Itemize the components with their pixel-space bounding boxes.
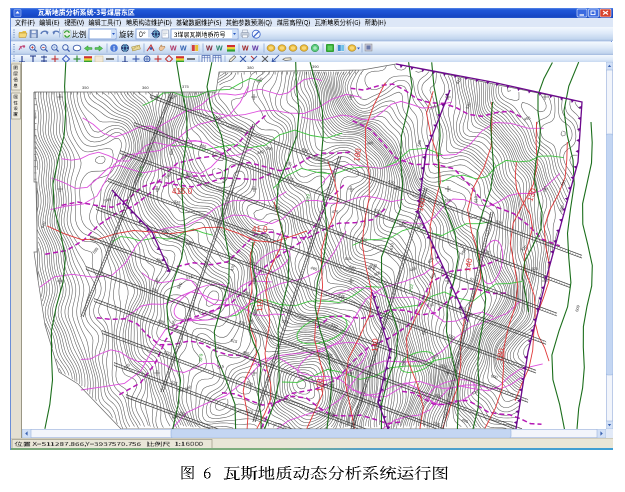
svg-text:515: 515 (345, 256, 352, 261)
svg-text:140: 140 (463, 257, 474, 272)
svg-text:525: 525 (531, 266, 538, 271)
svg-text:545: 545 (173, 199, 182, 206)
svg-text:W: W (252, 46, 259, 53)
svg-text:W: W (170, 46, 177, 53)
svg-text:610: 610 (389, 242, 395, 250)
svg-text:585: 585 (416, 139, 422, 147)
svg-text:W: W (180, 46, 187, 53)
svg-text:625: 625 (427, 256, 436, 265)
svg-text:455: 455 (285, 161, 293, 167)
svg-text:580: 580 (176, 281, 184, 290)
svg-text:490: 490 (401, 359, 407, 367)
svg-text:450: 450 (337, 231, 345, 237)
svg-text:W: W (242, 46, 249, 53)
svg-text:i: i (113, 45, 115, 52)
svg-text:SF12: SF12 (138, 165, 144, 177)
svg-text:W: W (206, 46, 213, 53)
svg-text:140: 140 (370, 338, 380, 353)
svg-text:620: 620 (349, 264, 358, 271)
svg-text:120: 120 (315, 378, 324, 392)
svg-text:110: 110 (255, 298, 265, 312)
svg-text:380: 380 (247, 65, 254, 70)
svg-text:515: 515 (217, 363, 225, 369)
svg-text:390: 390 (312, 64, 319, 69)
svg-text:375: 375 (182, 84, 189, 89)
svg-text:595: 595 (433, 420, 442, 427)
svg-text:600: 600 (490, 373, 498, 380)
svg-text:550: 550 (164, 171, 173, 180)
svg-text:480: 480 (250, 260, 259, 267)
svg-text:F22: F22 (408, 283, 414, 292)
svg-text:450: 450 (155, 257, 164, 264)
svg-text:475: 475 (332, 209, 340, 214)
svg-text:610: 610 (273, 203, 282, 210)
svg-text:590: 590 (266, 146, 274, 152)
svg-text:530: 530 (246, 380, 255, 387)
svg-text:580: 580 (255, 76, 264, 84)
svg-text:485: 485 (366, 140, 374, 146)
svg-text:350: 350 (82, 85, 89, 90)
svg-text:360: 360 (142, 85, 149, 90)
svg-text:180: 180 (352, 147, 363, 162)
svg-text:609: 609 (574, 304, 581, 312)
svg-text:515: 515 (186, 274, 194, 280)
svg-text:41.0: 41.0 (252, 225, 268, 234)
svg-text:535: 535 (186, 240, 194, 246)
svg-text:545: 545 (459, 247, 467, 256)
svg-text:510: 510 (520, 244, 529, 252)
svg-text:495: 495 (328, 411, 337, 418)
svg-text:460: 460 (429, 271, 437, 280)
svg-text:465: 465 (310, 265, 319, 272)
svg-text:W: W (216, 46, 223, 53)
svg-text:495: 495 (170, 319, 177, 327)
svg-text:SF9: SF9 (198, 353, 204, 362)
svg-text:545: 545 (327, 381, 336, 388)
svg-text:595: 595 (91, 246, 100, 255)
svg-text:615: 615 (230, 338, 238, 345)
svg-text:495: 495 (559, 178, 567, 187)
svg-text:610: 610 (473, 195, 478, 203)
svg-text:615: 615 (177, 387, 185, 392)
svg-text:530: 530 (281, 318, 290, 325)
svg-text:450: 450 (444, 198, 452, 203)
svg-text:180: 180 (495, 347, 506, 362)
svg-text:485: 485 (199, 143, 208, 150)
svg-text:470: 470 (229, 263, 236, 272)
svg-text:620: 620 (40, 220, 47, 229)
svg-text:F19: F19 (305, 193, 311, 202)
svg-text:550: 550 (448, 333, 457, 340)
svg-text:415.0: 415.0 (172, 187, 193, 196)
svg-text:450: 450 (434, 392, 443, 399)
svg-text:550: 550 (179, 410, 188, 417)
